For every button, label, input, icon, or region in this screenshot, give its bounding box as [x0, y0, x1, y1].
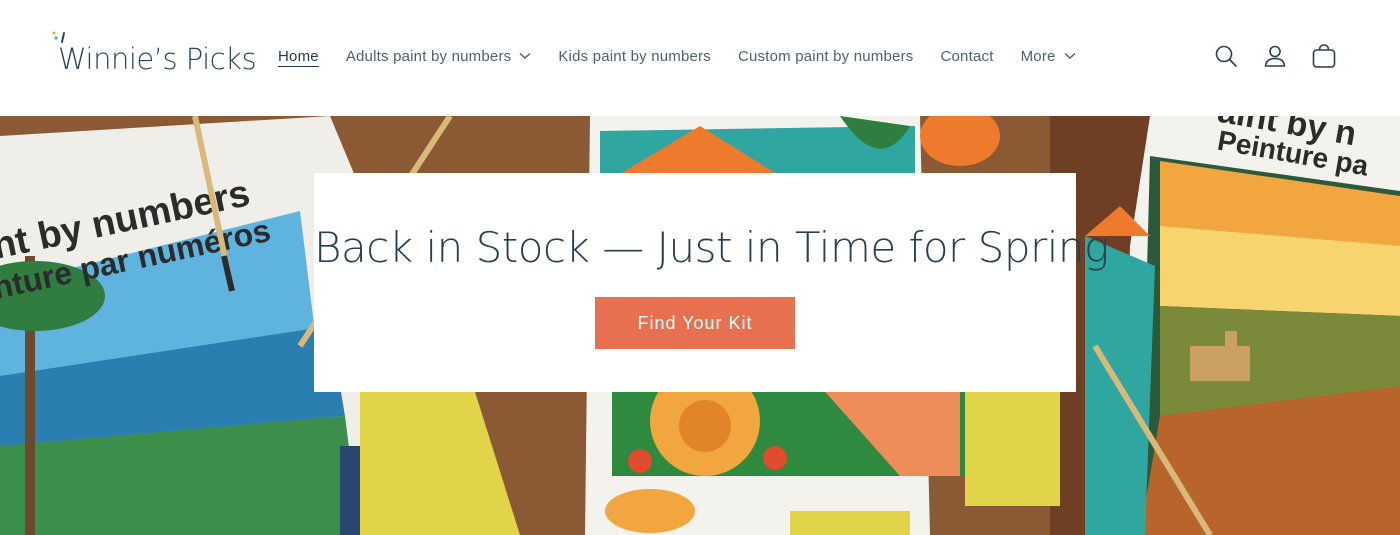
cart-button[interactable] [1308, 40, 1340, 72]
chevron-down-icon [1064, 52, 1076, 60]
nav-item-custom-paint-by-numbers[interactable]: Custom paint by numbers [738, 48, 914, 65]
nav-label: Contact [940, 47, 994, 65]
search-icon [1215, 45, 1237, 67]
main-nav: Home Adults paint by numbers Kids paint … [278, 42, 1103, 70]
cart-icon [1312, 44, 1336, 68]
site-header: Winnie’s Picks Home Adults paint by numb… [0, 0, 1400, 116]
nav-item-more[interactable]: More [1021, 48, 1076, 65]
nav-item-home[interactable]: Home [278, 48, 319, 65]
chevron-down-icon [519, 52, 531, 60]
account-button[interactable] [1259, 40, 1291, 72]
nav-item-kids-paint-by-numbers[interactable]: Kids paint by numbers [558, 48, 711, 65]
nav-item-contact[interactable]: Contact [940, 48, 993, 65]
account-icon [1264, 45, 1286, 67]
nav-label: More [1020, 47, 1056, 65]
nav-label: Kids paint by numbers [558, 47, 711, 65]
hero-banner: nt by numbers nture par numéros aint by … [0, 116, 1400, 535]
search-button[interactable] [1210, 40, 1242, 72]
find-your-kit-button[interactable]: Find Your Kit [595, 297, 795, 349]
hero-title: Back in Stock — Just in Time for Spring [314, 223, 1109, 272]
header-icons [1210, 40, 1357, 72]
nav-label: Home [278, 47, 319, 65]
nav-label: Custom paint by numbers [737, 47, 914, 65]
hero-content-box: Back in Stock — Just in Time for Spring … [314, 173, 1109, 392]
brand-name: Winnie’s Picks [58, 42, 257, 76]
nav-label: Adults paint by numbers [345, 47, 512, 65]
nav-item-adults-paint-by-numbers[interactable]: Adults paint by numbers [346, 48, 532, 65]
brand-logo[interactable]: Winnie’s Picks [50, 30, 257, 86]
